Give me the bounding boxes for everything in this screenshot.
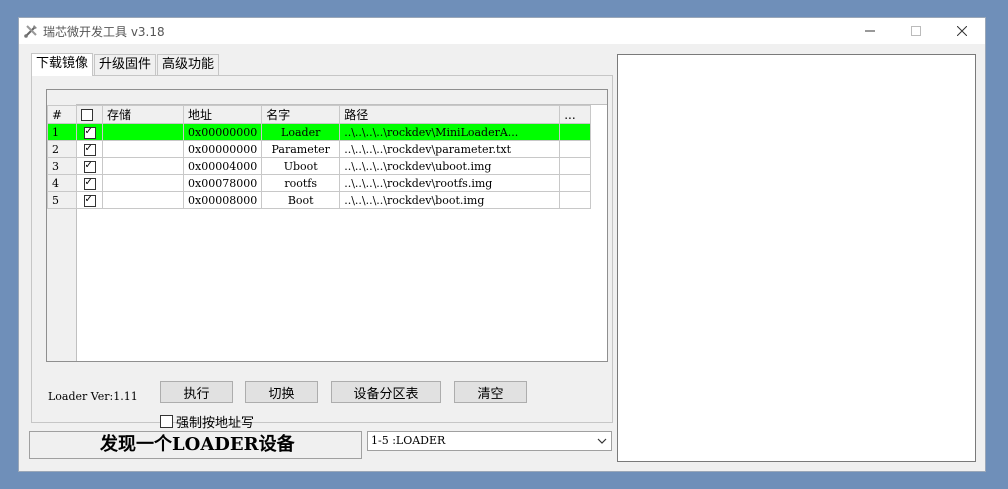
run-button[interactable]: 执行 — [160, 381, 233, 403]
column-header-select-all[interactable] — [76, 105, 103, 124]
row-address[interactable]: 0x00000000 — [182, 123, 263, 141]
partition-table: # 存储 地址 名字 路径 ... 10x00000000Loader..\..… — [47, 105, 592, 209]
device-select[interactable]: 1-5 :LOADER — [367, 431, 612, 451]
table-row[interactable]: 5 0x00008000Boot..\..\..\..\rockdev\boot.… — [47, 191, 592, 209]
row-name[interactable]: Parameter — [261, 140, 341, 158]
force-write-label: 强制按地址写 — [176, 416, 255, 431]
row-number[interactable]: 4 — [47, 174, 77, 192]
grid-header-band — [47, 90, 607, 105]
row-number[interactable]: 1 — [47, 123, 77, 141]
row-more[interactable] — [559, 157, 592, 175]
table-row[interactable]: 2 0x00000000Parameter..\..\..\..\rockdev\… — [47, 140, 592, 158]
force-write-checkbox[interactable] — [160, 415, 173, 428]
row-name[interactable]: Loader — [261, 123, 341, 141]
row-storage[interactable] — [102, 123, 184, 141]
switch-button[interactable]: 切换 — [245, 381, 318, 403]
title-bar[interactable]: 瑞芯微开发工具 v3.18 — [19, 18, 985, 44]
row-name[interactable]: Boot — [261, 191, 341, 209]
download-panel: # 存储 地址 名字 路径 ... 10x00000000Loader..\..… — [31, 75, 613, 431]
row-address[interactable]: 0x00004000 — [182, 157, 263, 175]
row-checkbox[interactable] — [83, 125, 96, 139]
row-address[interactable]: 0x00078000 — [182, 174, 263, 192]
row-number[interactable]: 5 — [47, 191, 77, 209]
app-window: 瑞芯微开发工具 v3.18 下载镜像 升级固件 高级功能 # 存储 地址 名字 … — [18, 17, 986, 472]
row-name[interactable]: rootfs — [261, 174, 341, 192]
row-checkbox-cell[interactable] — [76, 191, 103, 209]
row-name[interactable]: Uboot — [261, 157, 341, 175]
row-path[interactable]: ..\..\..\..\rockdev\boot.img — [339, 191, 561, 209]
row-storage[interactable] — [102, 174, 184, 192]
column-header-path[interactable]: 路径 — [339, 105, 561, 124]
row-checkbox[interactable] — [83, 159, 96, 173]
row-more[interactable] — [559, 191, 592, 209]
row-checkbox[interactable] — [83, 176, 96, 190]
table-row[interactable]: 3 0x00004000Uboot..\..\..\..\rockdev\uboo… — [47, 157, 592, 175]
device-select-value: 1-5 :LOADER — [371, 434, 446, 447]
tab-strip: 下载镜像 升级固件 高级功能 — [31, 53, 220, 76]
close-icon — [957, 26, 967, 36]
row-checkbox[interactable] — [83, 142, 96, 156]
tab-download-image[interactable]: 下载镜像 — [31, 53, 94, 76]
row-storage[interactable] — [102, 191, 184, 209]
device-status: 发现一个LOADER设备 — [29, 431, 362, 459]
row-more[interactable] — [559, 174, 592, 192]
column-header-more[interactable]: ... — [559, 105, 592, 124]
row-checkbox-cell[interactable] — [76, 140, 103, 158]
row-address[interactable]: 0x00008000 — [182, 191, 263, 209]
row-storage[interactable] — [102, 157, 184, 175]
row-more[interactable] — [559, 123, 592, 141]
partition-table-button[interactable]: 设备分区表 — [331, 381, 441, 403]
row-storage[interactable] — [102, 140, 184, 158]
column-header-storage[interactable]: 存储 — [102, 105, 184, 124]
tab-upgrade-firmware[interactable]: 升级固件 — [94, 54, 157, 75]
row-checkbox[interactable] — [83, 193, 96, 207]
row-checkbox-cell[interactable] — [76, 123, 103, 141]
row-address[interactable]: 0x00000000 — [182, 140, 263, 158]
row-number[interactable]: 3 — [47, 157, 77, 175]
minimize-icon — [865, 30, 875, 32]
chevron-down-icon — [597, 438, 607, 444]
column-header-address[interactable]: 地址 — [182, 105, 263, 124]
maximize-icon — [911, 26, 921, 36]
row-path[interactable]: ..\..\..\..\rockdev\MiniLoaderA... — [339, 123, 561, 141]
close-button[interactable] — [939, 18, 985, 44]
clear-button[interactable]: 清空 — [454, 381, 527, 403]
row-path[interactable]: ..\..\..\..\rockdev\parameter.txt — [339, 140, 561, 158]
tools-icon — [24, 25, 37, 38]
loader-version: Loader Ver:1.11 — [48, 390, 138, 403]
row-checkbox-cell[interactable] — [76, 157, 103, 175]
select-all-checkbox[interactable] — [81, 109, 93, 121]
table-header-row: # 存储 地址 名字 路径 ... — [47, 105, 592, 124]
row-more[interactable] — [559, 140, 592, 158]
table-row[interactable]: 4 0x00078000rootfs..\..\..\..\rockdev\roo… — [47, 174, 592, 192]
row-checkbox-cell[interactable] — [76, 174, 103, 192]
force-write-option[interactable]: 强制按地址写 — [160, 412, 254, 431]
log-output[interactable] — [617, 54, 976, 462]
column-header-name[interactable]: 名字 — [261, 105, 341, 124]
minimize-button[interactable] — [847, 18, 893, 44]
row-path[interactable]: ..\..\..\..\rockdev\uboot.img — [339, 157, 561, 175]
window-title: 瑞芯微开发工具 v3.18 — [43, 25, 165, 39]
row-number[interactable]: 2 — [47, 140, 77, 158]
tab-advanced[interactable]: 高级功能 — [157, 54, 220, 75]
maximize-button[interactable] — [893, 18, 939, 44]
row-path[interactable]: ..\..\..\..\rockdev\rootfs.img — [339, 174, 561, 192]
partition-grid[interactable]: # 存储 地址 名字 路径 ... 10x00000000Loader..\..… — [46, 89, 608, 362]
table-row[interactable]: 1 0x00000000Loader..\..\..\..\rockdev\Min… — [47, 123, 592, 141]
column-header-num[interactable]: # — [47, 105, 77, 124]
